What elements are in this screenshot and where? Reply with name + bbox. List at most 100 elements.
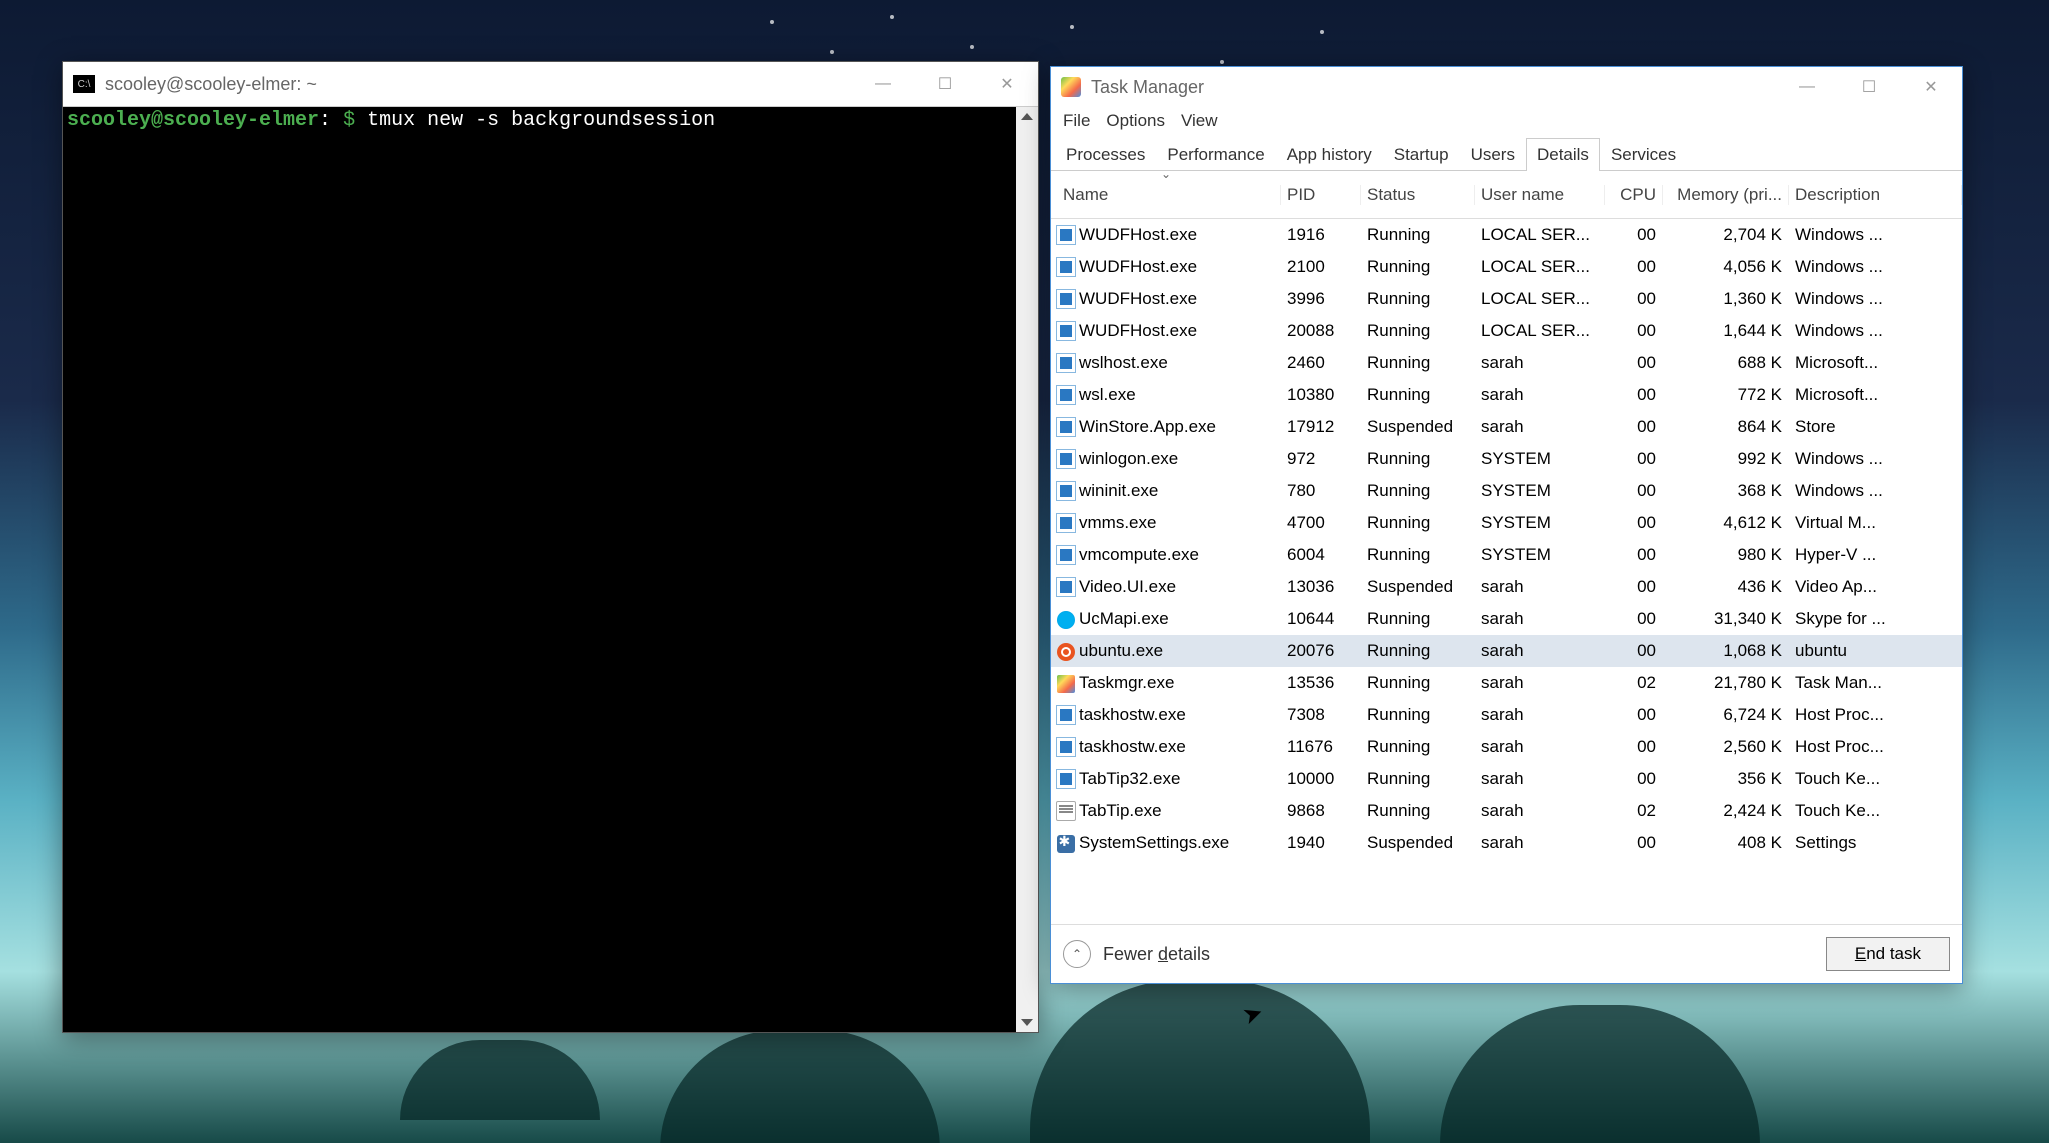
cell-pid: 7308 <box>1281 705 1361 725</box>
minimize-button[interactable]: — <box>1776 65 1838 109</box>
cell-user: SYSTEM <box>1475 481 1605 501</box>
cell-status: Running <box>1361 641 1475 661</box>
process-icon <box>1056 769 1076 789</box>
cell-memory: 2,424 K <box>1663 801 1789 821</box>
process-icon <box>1057 643 1075 661</box>
table-row[interactable]: TabTip32.exe10000Runningsarah00356 KTouc… <box>1051 763 1962 795</box>
table-row[interactable]: UcMapi.exe10644Runningsarah0031,340 KSky… <box>1051 603 1962 635</box>
table-row[interactable]: Taskmgr.exe13536Runningsarah0221,780 KTa… <box>1051 667 1962 699</box>
cell-memory: 21,780 K <box>1663 673 1789 693</box>
tab-services[interactable]: Services <box>1600 138 1687 171</box>
chevron-up-icon: ⌃ <box>1063 940 1091 968</box>
cell-name: Taskmgr.exe <box>1077 673 1281 693</box>
tab-startup[interactable]: Startup <box>1383 138 1460 171</box>
menu-view[interactable]: View <box>1181 111 1218 131</box>
cell-name: UcMapi.exe <box>1077 609 1281 629</box>
tab-performance[interactable]: Performance <box>1156 138 1275 171</box>
cell-pid: 3996 <box>1281 289 1361 309</box>
col-header-description[interactable]: Description <box>1789 185 1962 205</box>
cell-memory: 2,560 K <box>1663 737 1789 757</box>
process-icon <box>1056 289 1076 309</box>
cell-name: WUDFHost.exe <box>1077 257 1281 277</box>
cell-pid: 4700 <box>1281 513 1361 533</box>
table-row[interactable]: WUDFHost.exe20088RunningLOCAL SER...001,… <box>1051 315 1962 347</box>
cell-pid: 9868 <box>1281 801 1361 821</box>
tab-users[interactable]: Users <box>1460 138 1526 171</box>
terminal-scrollbar[interactable] <box>1016 107 1038 1032</box>
table-row[interactable]: WUDFHost.exe3996RunningLOCAL SER...001,3… <box>1051 283 1962 315</box>
cell-user: LOCAL SER... <box>1475 289 1605 309</box>
cell-status: Running <box>1361 481 1475 501</box>
process-icon <box>1056 737 1076 757</box>
tm-tabs: Processes Performance App history Startu… <box>1051 137 1962 171</box>
cell-user: sarah <box>1475 417 1605 437</box>
cell-name: SystemSettings.exe <box>1077 833 1281 853</box>
cell-cpu: 00 <box>1605 833 1663 853</box>
cell-memory: 6,724 K <box>1663 705 1789 725</box>
tab-processes[interactable]: Processes <box>1055 138 1156 171</box>
tm-rows-container[interactable]: WUDFHost.exe1916RunningLOCAL SER...002,7… <box>1051 219 1962 924</box>
cell-memory: 408 K <box>1663 833 1789 853</box>
table-row[interactable]: SystemSettings.exe1940Suspendedsarah0040… <box>1051 827 1962 859</box>
cell-description: Store <box>1789 417 1962 437</box>
cell-description: ubuntu <box>1789 641 1962 661</box>
table-row[interactable]: taskhostw.exe11676Runningsarah002,560 KH… <box>1051 731 1962 763</box>
cell-description: Settings <box>1789 833 1962 853</box>
close-button[interactable]: ✕ <box>1900 65 1962 109</box>
process-icon <box>1056 385 1076 405</box>
cell-status: Running <box>1361 449 1475 469</box>
cell-pid: 6004 <box>1281 545 1361 565</box>
maximize-button[interactable]: ☐ <box>914 62 976 106</box>
tab-app-history[interactable]: App history <box>1276 138 1383 171</box>
cell-name: WUDFHost.exe <box>1077 321 1281 341</box>
cell-description: Touch Ke... <box>1789 801 1962 821</box>
terminal-app-icon: C:\ <box>73 75 95 93</box>
col-header-status[interactable]: Status <box>1361 185 1475 205</box>
cell-pid: 13536 <box>1281 673 1361 693</box>
table-row[interactable]: taskhostw.exe7308Runningsarah006,724 KHo… <box>1051 699 1962 731</box>
process-icon <box>1057 835 1075 853</box>
tm-titlebar[interactable]: Task Manager — ☐ ✕ <box>1051 67 1962 107</box>
maximize-button[interactable]: ☐ <box>1838 65 1900 109</box>
menu-file[interactable]: File <box>1063 111 1090 131</box>
cell-name: taskhostw.exe <box>1077 737 1281 757</box>
cell-user: sarah <box>1475 641 1605 661</box>
close-button[interactable]: ✕ <box>976 62 1038 106</box>
terminal-titlebar[interactable]: C:\ scooley@scooley-elmer: ~ — ☐ ✕ <box>63 62 1038 107</box>
fewer-details-button[interactable]: ⌃ Fewer details <box>1063 940 1210 968</box>
table-row[interactable]: WUDFHost.exe1916RunningLOCAL SER...002,7… <box>1051 219 1962 251</box>
cell-memory: 864 K <box>1663 417 1789 437</box>
cell-cpu: 00 <box>1605 385 1663 405</box>
col-header-memory[interactable]: Memory (pri... <box>1663 185 1789 205</box>
col-header-name[interactable]: Name <box>1051 185 1281 205</box>
cell-status: Suspended <box>1361 577 1475 597</box>
end-task-button[interactable]: End task <box>1826 937 1950 971</box>
table-row[interactable]: wininit.exe780RunningSYSTEM00368 KWindow… <box>1051 475 1962 507</box>
table-row[interactable]: winlogon.exe972RunningSYSTEM00992 KWindo… <box>1051 443 1962 475</box>
cell-name: TabTip32.exe <box>1077 769 1281 789</box>
tab-details[interactable]: Details <box>1526 138 1600 171</box>
cell-memory: 356 K <box>1663 769 1789 789</box>
col-header-cpu[interactable]: CPU <box>1605 185 1663 205</box>
col-header-user[interactable]: User name <box>1475 185 1605 205</box>
table-row[interactable]: WinStore.App.exe17912Suspendedsarah00864… <box>1051 411 1962 443</box>
col-header-pid[interactable]: PID <box>1281 185 1361 205</box>
cell-description: Microsoft... <box>1789 353 1962 373</box>
table-row[interactable]: vmcompute.exe6004RunningSYSTEM00980 KHyp… <box>1051 539 1962 571</box>
table-row[interactable]: wsl.exe10380Runningsarah00772 KMicrosoft… <box>1051 379 1962 411</box>
table-row[interactable]: wslhost.exe2460Runningsarah00688 KMicros… <box>1051 347 1962 379</box>
cell-pid: 10644 <box>1281 609 1361 629</box>
menu-options[interactable]: Options <box>1106 111 1165 131</box>
terminal-content[interactable]: scooley@scooley-elmer: $ tmux new -s bac… <box>63 107 1016 1032</box>
table-row[interactable]: ubuntu.exe20076Runningsarah001,068 Kubun… <box>1051 635 1962 667</box>
table-row[interactable]: WUDFHost.exe2100RunningLOCAL SER...004,0… <box>1051 251 1962 283</box>
cell-cpu: 00 <box>1605 225 1663 245</box>
table-row[interactable]: Video.UI.exe13036Suspendedsarah00436 KVi… <box>1051 571 1962 603</box>
cell-name: WUDFHost.exe <box>1077 225 1281 245</box>
process-icon <box>1056 801 1076 821</box>
process-icon <box>1056 417 1076 437</box>
table-row[interactable]: TabTip.exe9868Runningsarah022,424 KTouch… <box>1051 795 1962 827</box>
minimize-button[interactable]: — <box>852 62 914 106</box>
tm-column-headers[interactable]: ⌄ Name PID Status User name CPU Memory (… <box>1051 171 1962 219</box>
table-row[interactable]: vmms.exe4700RunningSYSTEM004,612 KVirtua… <box>1051 507 1962 539</box>
